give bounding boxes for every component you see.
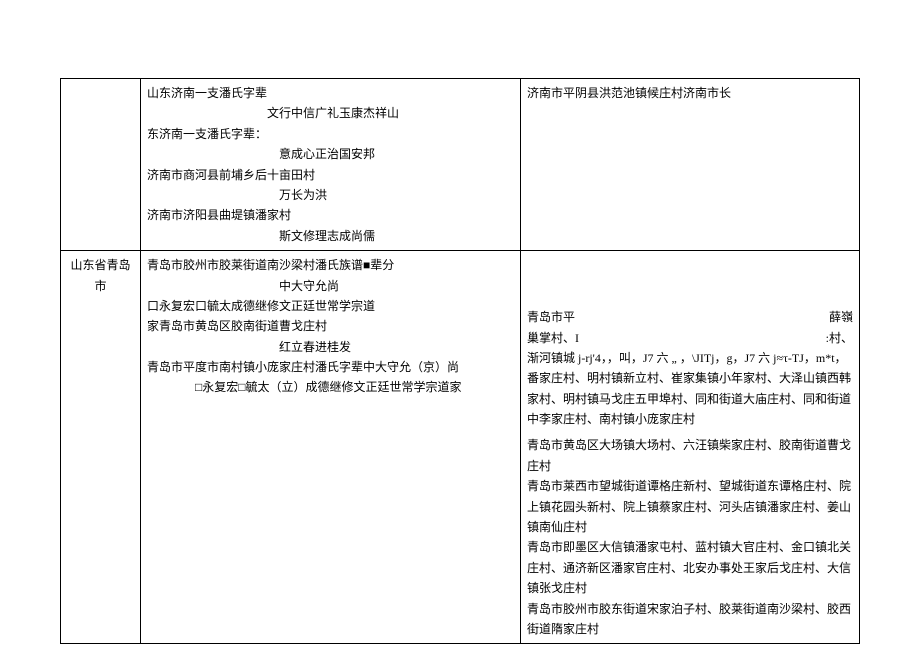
genealogy-table: 山东济南一支潘氏字辈 文行中信广礼玉康杰祥山 东济南一支潘氏字辈： 意成心正治国… [60, 78, 860, 644]
table-row: 山东省青岛市 青岛市胶州市胶莱街道南沙梁村潘氏族谱■辈分 中大守允尚 口永复宏口… [61, 251, 860, 644]
line-text: 家青岛市黄岛区胶南街道曹戈庄村 [147, 316, 514, 336]
line-text: 济南市济阳县曲堤镇潘家村 [147, 205, 514, 225]
split-line: 青岛市平 薛嶺 [527, 307, 853, 327]
region-cell-1 [61, 79, 141, 251]
line-text: 口永复宏口毓太成德继修文正廷世常学宗道 [147, 296, 514, 316]
table-row: 山东济南一支潘氏字辈 文行中信广礼玉康杰祥山 东济南一支潘氏字辈： 意成心正治国… [61, 79, 860, 251]
region-cell-2: 山东省青岛市 [61, 251, 141, 644]
genealogy-cell-1: 山东济南一支潘氏字辈 文行中信广礼玉康杰祥山 东济南一支潘氏字辈： 意成心正治国… [141, 79, 521, 251]
line-text: 意成心正治国安邦 [147, 144, 514, 164]
paragraph-text: 青岛市即墨区大信镇潘家屯村、蓝村镇大官庄村、金口镇北关庄村、通济新区潘家官庄村、… [527, 537, 853, 598]
paragraph-text: 青岛市黄岛区大场镇大场村、六汪镇柴家庄村、胶南街道曹戈庄村 [527, 435, 853, 476]
line-text: 万长为洪 [147, 185, 514, 205]
line-text: 青岛市平度市南村镇小庞家庄村潘氏字辈中大守允（京）尚 [147, 357, 514, 377]
line-text: 青岛市胶州市胶莱街道南沙梁村潘氏族谱■辈分 [147, 255, 514, 275]
line-text: 山东济南一支潘氏字辈 [147, 83, 514, 103]
line-text: 斯文修理志成尚儒 [147, 226, 514, 246]
split-line: 巢掌村、I :村、 [527, 328, 853, 348]
paragraph-text: 渐河镇城 j-rj'4，，叫，J7 六 „ ，\JITj，g，J7 六 j≈τ-… [527, 348, 853, 430]
line-text: :村、 [826, 328, 853, 348]
line-text: 薛嶺 [829, 307, 853, 327]
location-cell-1: 济南市平阴县洪范池镇候庄村济南市长 [521, 79, 860, 251]
genealogy-cell-2: 青岛市胶州市胶莱街道南沙梁村潘氏族谱■辈分 中大守允尚 口永复宏口毓太成德继修文… [141, 251, 521, 644]
line-text: 济南市商河县前埔乡后十亩田村 [147, 165, 514, 185]
line-text: 东济南一支潘氏字辈： [147, 124, 514, 144]
location-cell-2: 青岛市平 薛嶺 巢掌村、I :村、 渐河镇城 j-rj'4，，叫，J7 六 „ … [521, 251, 860, 644]
line-text: 红立春进桂发 [147, 337, 514, 357]
line-text: 中大守允尚 [147, 276, 514, 296]
line-text: 巢掌村、I [527, 328, 579, 348]
line-text: 青岛市平 [527, 307, 575, 327]
line-text: 文行中信广礼玉康杰祥山 [147, 103, 514, 123]
line-text: □永复宏□毓太（立）成德继修文正廷世常学宗道家 [147, 377, 514, 397]
paragraph-text: 青岛市莱西市望城街道谭格庄新村、望城街道东谭格庄村、院上镇花园头新村、院上镇蔡家… [527, 476, 853, 537]
paragraph-text: 青岛市胶州市胶东街道宋家泊子村、胶莱街道南沙梁村、胶西街道隋家庄村 [527, 599, 853, 640]
line-text: 济南市平阴县洪范池镇候庄村济南市长 [527, 83, 853, 103]
